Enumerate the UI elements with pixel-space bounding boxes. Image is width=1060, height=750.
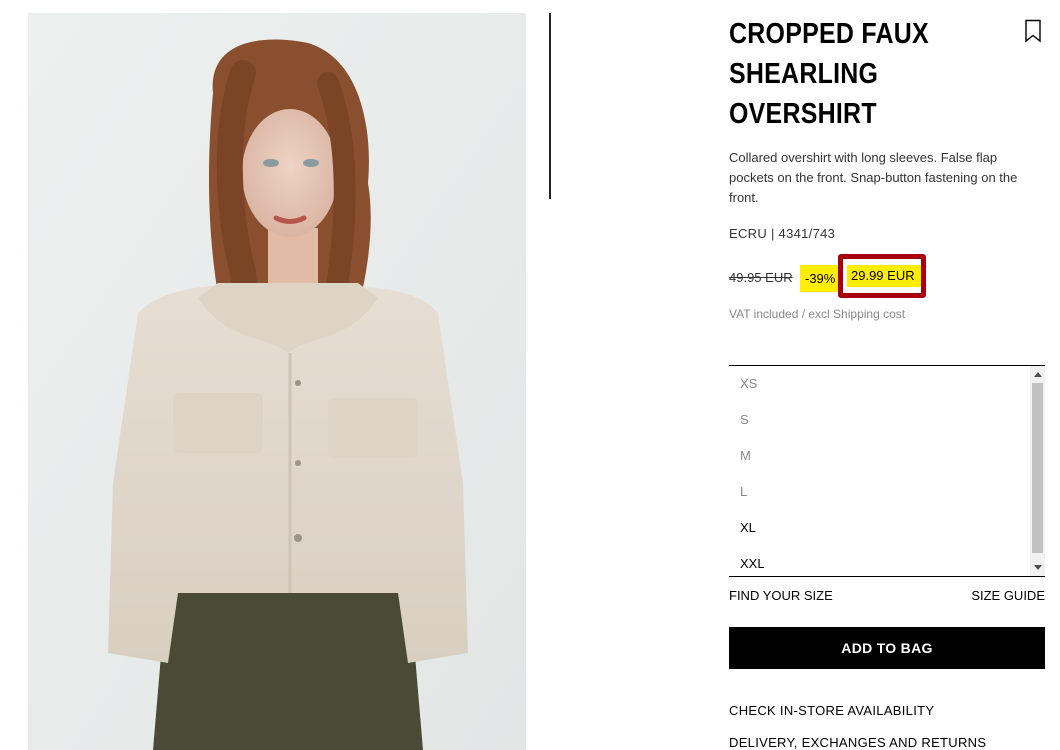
product-description: Collared overshirt with long sleeves. Fa…: [729, 150, 1018, 205]
find-your-size-link[interactable]: FIND YOUR SIZE: [729, 588, 833, 603]
color-reference: ECRU | 4341/743: [729, 226, 836, 241]
size-option-xs[interactable]: XS: [740, 374, 757, 394]
gallery-scroll-indicator: [549, 13, 551, 199]
scroll-down-arrow-icon[interactable]: [1034, 565, 1042, 570]
sale-price-highlight: 29.99 EUR: [838, 254, 926, 298]
size-option-l[interactable]: L: [740, 482, 747, 502]
scrollbar-thumb[interactable]: [1032, 383, 1043, 553]
size-option-xxl[interactable]: XXL: [740, 554, 765, 574]
delivery-returns-link[interactable]: DELIVERY, EXCHANGES AND RETURNS: [729, 735, 986, 750]
vat-note: VAT included / excl Shipping cost: [729, 307, 906, 321]
original-price: 49.95 EUR: [729, 270, 793, 285]
size-list-scrollbar[interactable]: [1030, 366, 1045, 576]
discount-badge: -39%: [800, 265, 841, 292]
size-option-s[interactable]: S: [740, 410, 749, 430]
size-guide-link[interactable]: SIZE GUIDE: [971, 588, 1045, 603]
size-option-m[interactable]: M: [740, 446, 751, 466]
sale-price: 29.99 EUR: [847, 265, 921, 287]
bookmark-icon[interactable]: [1024, 19, 1042, 43]
check-store-availability-link[interactable]: CHECK IN-STORE AVAILABILITY: [729, 703, 934, 718]
product-title: CROPPED FAUX SHEARLING OVERSHIRT: [729, 18, 929, 130]
scroll-up-arrow-icon[interactable]: [1034, 372, 1042, 377]
product-image[interactable]: [28, 13, 526, 750]
add-to-bag-button[interactable]: ADD TO BAG: [729, 627, 1045, 669]
size-option-xl[interactable]: XL: [740, 518, 756, 538]
size-selector[interactable]: XS S M L XL XXL: [729, 365, 1045, 577]
